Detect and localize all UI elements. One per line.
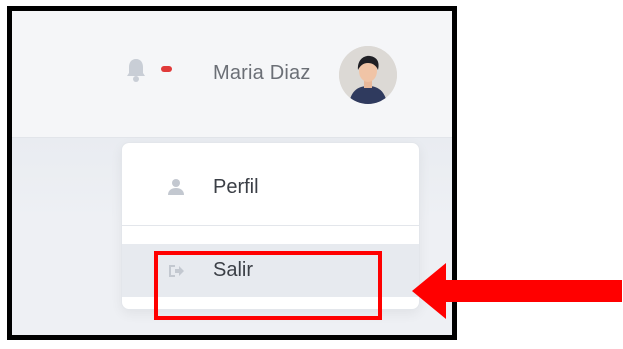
user-icon — [168, 179, 184, 195]
menu-item-label: Perfil — [213, 175, 259, 198]
red-arrow-icon — [412, 263, 622, 319]
screenshot-canvas: Maria Diaz Perfil Salir — [0, 0, 623, 349]
red-highlight-box — [154, 251, 382, 320]
avatar-illustration — [339, 46, 397, 104]
bell-icon[interactable] — [125, 57, 147, 83]
avatar[interactable] — [339, 46, 397, 104]
menu-divider — [122, 225, 419, 226]
menu-item-perfil[interactable]: Perfil — [122, 163, 419, 211]
top-navbar: Maria Diaz — [12, 11, 452, 138]
notification-dot — [161, 66, 172, 72]
user-name[interactable]: Maria Diaz — [213, 62, 311, 85]
